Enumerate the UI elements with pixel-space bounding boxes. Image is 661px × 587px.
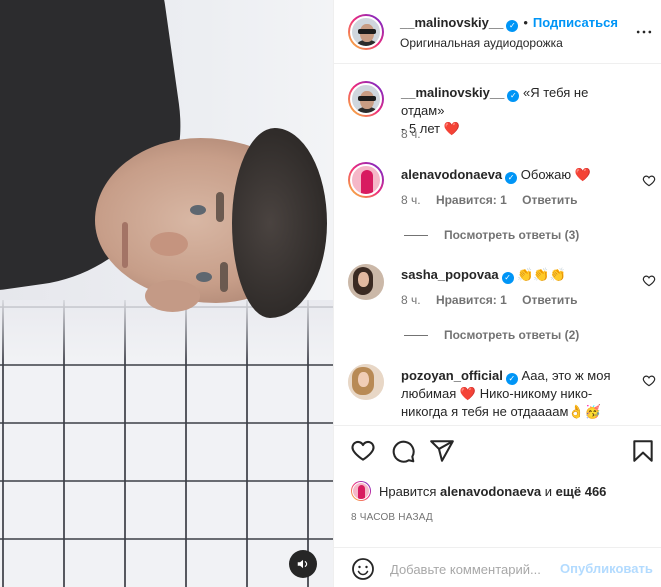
comment-input[interactable] <box>390 558 558 580</box>
comment-username[interactable]: pozoyan_official <box>401 368 503 383</box>
view-replies-button[interactable]: Посмотреть ответы (3) <box>404 228 579 242</box>
view-replies-button[interactable]: Посмотреть ответы (2) <box>404 328 579 342</box>
list-item: pozoyan_official ✓ Ааа, это ж моя любимая… <box>401 368 611 419</box>
caption-username[interactable]: __malinovskiy__ <box>401 85 504 100</box>
comment-likes[interactable]: Нравится: 1 <box>436 293 507 307</box>
avatar[interactable] <box>348 264 384 300</box>
post-header: __malinovskiy__ ✓ • Подписаться Оригинальна… <box>334 0 661 64</box>
bookmark-icon[interactable] <box>630 438 656 464</box>
share-icon[interactable] <box>429 438 455 464</box>
verified-icon: ✓ <box>507 90 520 102</box>
post-timestamp[interactable]: 8 ЧАСОВ НАЗАД <box>351 512 433 523</box>
comment-username[interactable]: alenavodonaeva <box>401 167 502 182</box>
post-media[interactable] <box>0 0 333 587</box>
avatar[interactable] <box>348 81 384 117</box>
avatar[interactable] <box>348 14 384 50</box>
comment-like-heart-icon[interactable] <box>642 374 656 388</box>
caption: __malinovskiy__ ✓ «Я тебя не отдам» - 5 л… <box>401 85 589 136</box>
verified-icon: ✓ <box>505 373 518 385</box>
likes-count-link[interactable]: ещё 466 <box>556 484 607 499</box>
comments-list[interactable]: __malinovskiy__ ✓ «Я тебя не отдам» - 5 л… <box>334 65 661 425</box>
verified-icon: ✓ <box>506 20 519 32</box>
audio-link[interactable]: Оригинальная аудиодорожка <box>400 36 563 50</box>
heart-icon[interactable] <box>350 438 376 464</box>
reply-button[interactable]: Ответить <box>522 193 577 207</box>
action-bar <box>334 425 661 477</box>
likes-user-link[interactable]: alenavodonaeva <box>440 484 541 499</box>
caption-time[interactable]: 8 ч. <box>401 127 421 141</box>
comment-username[interactable]: sasha_popovaa <box>401 267 499 282</box>
subscribe-button[interactable]: Подписаться <box>533 15 618 30</box>
smiley-icon[interactable] <box>351 557 375 581</box>
list-item: alenavodonaeva ✓ Обожаю ❤️ <box>401 167 591 184</box>
more-dots-icon[interactable] <box>634 22 654 42</box>
publish-button[interactable]: Опубликовать <box>560 561 653 576</box>
comment-like-heart-icon[interactable] <box>642 274 656 288</box>
post-sidebar: __malinovskiy__ ✓ • Подписаться Оригинальна… <box>333 0 661 587</box>
comment-icon[interactable] <box>390 438 416 464</box>
speaker-icon[interactable] <box>289 550 317 578</box>
verified-icon: ✓ <box>505 172 518 184</box>
avatar[interactable] <box>351 481 371 501</box>
avatar[interactable] <box>348 364 384 400</box>
heart-emoji: ❤️ <box>443 121 460 136</box>
avatar[interactable] <box>348 162 384 198</box>
reply-button[interactable]: Ответить <box>522 293 577 307</box>
comment-like-heart-icon[interactable] <box>642 174 656 188</box>
verified-icon: ✓ <box>501 272 514 284</box>
comment-likes[interactable]: Нравится: 1 <box>436 193 507 207</box>
author-username[interactable]: __malinovskiy__ <box>400 15 503 30</box>
list-item: sasha_popovaa ✓ 👏👏👏 <box>401 267 566 284</box>
likes-summary: Нравится alenavodonaeva и ещё 466 <box>351 481 606 501</box>
add-comment-bar: Опубликовать <box>334 547 661 587</box>
